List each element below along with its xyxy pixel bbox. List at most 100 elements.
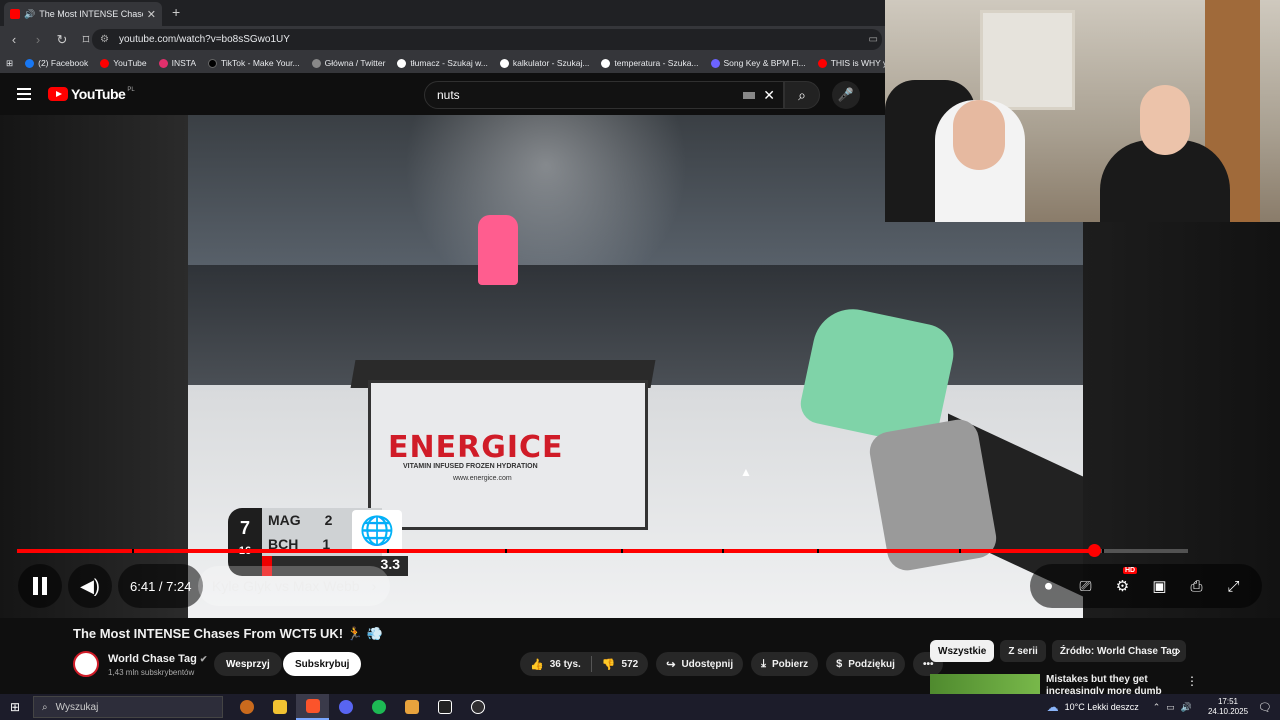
miniplayer-icon[interactable]: ▣ (1141, 577, 1178, 595)
sponsor-sign: ENERGICE (388, 430, 564, 465)
chapter-button[interactable]: Kyle Glyk vs Max Webb › (198, 566, 391, 606)
fullscreen-icon[interactable]: ⤢ (1215, 578, 1252, 595)
verified-icon: ✔ (199, 654, 208, 664)
screen: 🔊 The Most INTENSE Chases Fr ✕ + ‹ › ↻ ⌑… (0, 0, 1280, 720)
video-ambient-left (0, 115, 188, 618)
obs-icon[interactable] (461, 694, 494, 720)
apps-grid-icon[interactable]: ⊞ (6, 58, 13, 69)
mouse-cursor-icon: ▲ (740, 465, 752, 479)
wct-globe-icon: 🌐 (352, 510, 402, 552)
search-button[interactable]: ⌕ (784, 81, 820, 109)
url-text: youtube.com/watch?v=bo8sSGwo1UY (118, 34, 290, 45)
notifications-icon[interactable]: 🗨 (1258, 701, 1272, 714)
chip-source[interactable]: Źródło: World Chase Tag (1051, 640, 1186, 662)
channel-name[interactable]: World Chase Tag ✔ (108, 653, 207, 665)
chapter-marker (959, 549, 961, 553)
download-icon: ⤓ (761, 657, 766, 670)
subscriber-count: 1,43 mln subskrybentów (108, 668, 195, 677)
media-player-icon[interactable] (395, 694, 428, 720)
spotify-icon[interactable] (362, 694, 395, 720)
streamer-2-head (1140, 85, 1190, 155)
file-explorer-icon[interactable] (263, 694, 296, 720)
subscribe-button[interactable]: Subskrybuj (283, 652, 362, 676)
volume-button[interactable]: ◀) (68, 564, 112, 608)
capcut-icon[interactable] (428, 694, 461, 720)
bookmark-item[interactable]: kalkulator - Szukaj... (499, 58, 589, 68)
time-display: 6:41 / 7:24 (118, 564, 204, 608)
search-icon: ⌕ (42, 701, 48, 713)
chip-series[interactable]: Z serii (1000, 640, 1046, 662)
share-icon: ↪ (666, 658, 676, 671)
search-input[interactable]: nuts ✕ (424, 81, 784, 109)
dollar-icon: $ (836, 658, 843, 670)
chips-next-icon[interactable]: › (1176, 642, 1181, 658)
bookmark-item[interactable]: tłumacz - Szukaj w... (397, 58, 488, 68)
address-bar-row: ‹ › ↻ ⌑ ⚙ youtube.com/watch?v=bo8sSGwo1U… (0, 26, 885, 53)
progress-bar[interactable] (17, 544, 1188, 557)
pause-button[interactable] (18, 564, 62, 608)
cast-icon[interactable]: ▭ (869, 34, 878, 45)
like-button[interactable]: 👍 36 tys. (520, 652, 591, 676)
back-icon[interactable]: ‹ (4, 32, 24, 47)
windows-start-icon[interactable]: ⊞ (0, 700, 30, 714)
clock[interactable]: 17:51 24.10.2025 (1208, 697, 1248, 717)
audio-playing-icon[interactable]: 🔊 (24, 9, 35, 20)
chapter-marker (132, 549, 134, 553)
clear-search-icon[interactable]: ✕ (763, 87, 775, 104)
video-title: The Most INTENSE Chases From WCT5 UK! 🏃 … (73, 626, 383, 641)
subtitles-icon[interactable]: ⎚ (1067, 578, 1104, 595)
bookmark-item[interactable]: TikTok - Make Your... (208, 58, 300, 68)
join-button[interactable]: Wesprzyj (214, 652, 282, 676)
action-buttons: 👍 36 tys. 👎 572 ↪ Udostępnij ⤓ Pobierz $ Podz… (520, 652, 944, 676)
forward-icon[interactable]: › (28, 32, 48, 47)
thanks-button[interactable]: $ Podziękuj (826, 652, 905, 676)
chapter-marker (387, 549, 389, 553)
taskbar-search[interactable]: ⌕ Wyszukaj (33, 696, 223, 718)
share-button[interactable]: ↪ Udostępnij (656, 652, 744, 676)
player-pink-shirt (478, 215, 518, 285)
like-dislike-group: 👍 36 tys. 👎 572 (520, 652, 649, 676)
chip-all[interactable]: Wszystkie (930, 640, 995, 662)
bookmark-item[interactable]: Główna / Twitter (311, 58, 385, 68)
weather-widget[interactable]: ☁ 10°C Lekki deszcz (1047, 700, 1139, 714)
autoplay-toggle[interactable]: ⏺ (1030, 578, 1067, 595)
bookmark-item[interactable]: YouTube (100, 58, 147, 68)
more-vert-icon[interactable]: ⋮ (1186, 674, 1198, 688)
recommended-title[interactable]: Mistakes but they get increasingly more … (1046, 674, 1176, 694)
bookmark-item[interactable]: temperatura - Szuka... (601, 58, 699, 68)
download-button[interactable]: ⤓ Pobierz (751, 652, 819, 676)
voice-search-button[interactable]: 🎤 (832, 81, 860, 109)
site-info-icon[interactable]: ⚙ (100, 34, 109, 45)
new-tab-button[interactable]: + (172, 4, 180, 20)
keyboard-icon[interactable] (743, 91, 755, 99)
chapter-marker (817, 549, 819, 553)
bookmark-item[interactable]: (2) Facebook (25, 58, 88, 68)
recommended-thumbnail[interactable] (930, 674, 1040, 694)
url-field[interactable]: ⚙ youtube.com/watch?v=bo8sSGwo1UY ▭ (92, 29, 882, 50)
menu-icon[interactable] (17, 88, 31, 100)
youtube-header: YouTube PL nuts ✕ ⌕ 🎤 (0, 73, 885, 115)
bookmark-item[interactable]: THIS is WHY your (817, 58, 885, 68)
bookmark-item[interactable]: INSTA (158, 58, 196, 68)
youtube-logo[interactable]: YouTube PL (48, 86, 135, 102)
system-tray: ☁ 10°C Lekki deszcz ⌃▭🔊 17:51 24.10.2025… (1047, 694, 1280, 720)
room-window (980, 10, 1075, 110)
app-orb-icon[interactable] (230, 694, 263, 720)
channel-avatar[interactable] (73, 651, 99, 677)
settings-icon[interactable]: ⚙ HD (1104, 567, 1141, 595)
brave-browser-icon[interactable] (296, 694, 329, 720)
windows-taskbar: ⊞ ⌕ Wyszukaj ☁ 10°C Lekki deszcz ⌃▭🔊 17:… (0, 694, 1280, 720)
close-tab-icon[interactable]: ✕ (147, 8, 156, 21)
browser-tab-bar: 🔊 The Most INTENSE Chases Fr ✕ + (0, 0, 885, 26)
video-details: The Most INTENSE Chases From WCT5 UK! 🏃 … (0, 618, 1280, 694)
browser-tab[interactable]: 🔊 The Most INTENSE Chases Fr ✕ (4, 2, 162, 26)
cast-icon[interactable]: ⎙ (1178, 578, 1215, 595)
scrubber-handle[interactable] (1087, 544, 1101, 557)
reload-icon[interactable]: ↻ (52, 32, 72, 48)
tray-icons[interactable]: ⌃▭🔊 (1153, 702, 1198, 713)
microphone-icon: 🎤 (837, 87, 855, 102)
dislike-button[interactable]: 👎 572 (592, 652, 648, 676)
search-icon: ⌕ (798, 87, 806, 103)
discord-app-icon[interactable] (329, 694, 362, 720)
bookmark-item[interactable]: Song Key & BPM Fi... (710, 58, 806, 68)
